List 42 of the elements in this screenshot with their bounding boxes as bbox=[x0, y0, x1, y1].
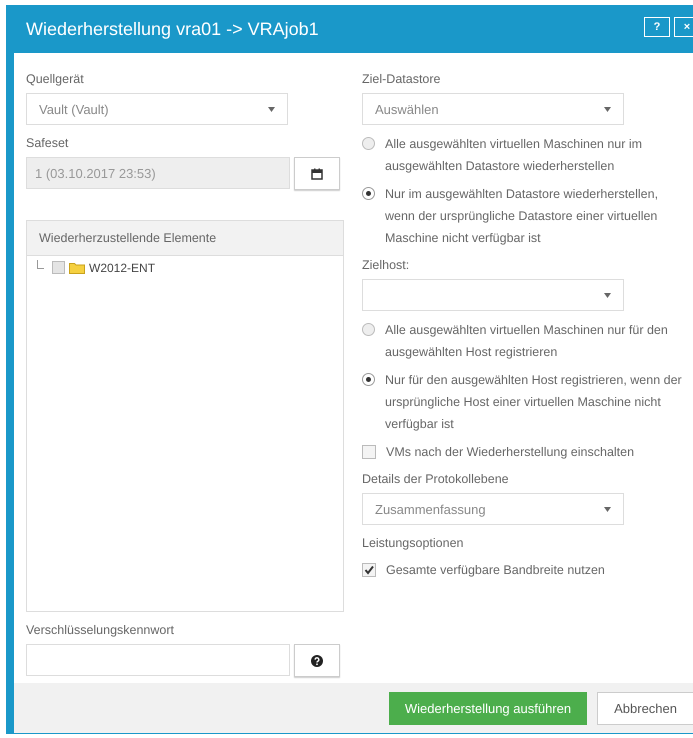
field-label: Quellgerät bbox=[26, 71, 85, 87]
caret-icon bbox=[268, 106, 275, 112]
tree-line-icon bbox=[37, 260, 44, 269]
log-level-select[interactable]: Zusammenfassung bbox=[362, 493, 624, 525]
field-label: Zielhost: bbox=[362, 257, 410, 273]
radio-label: Alle ausgewählten virtuellen Maschinen nur im ausgewählten Datastore wiederherstellen bbox=[385, 136, 644, 175]
radio-button[interactable] bbox=[362, 373, 375, 386]
datastore-select[interactable]: Auswählen bbox=[362, 93, 624, 125]
info-button[interactable] bbox=[294, 644, 340, 677]
field-label: Details der Protokollebene bbox=[362, 471, 510, 487]
question-icon bbox=[311, 654, 323, 666]
password-field[interactable] bbox=[26, 644, 290, 676]
radio-button[interactable] bbox=[362, 137, 375, 150]
caret-icon bbox=[604, 506, 611, 512]
checkbox[interactable] bbox=[362, 563, 376, 577]
radio-label: Alle ausgewählten virtuellen Maschinen nur für den ausgewählten Host registrieren bbox=[385, 322, 669, 361]
help-button[interactable]: ? bbox=[644, 17, 670, 37]
checkbox-label: Gesamte verfügbare Bandbreite nutzen bbox=[386, 562, 606, 579]
checkbox[interactable] bbox=[52, 261, 65, 274]
field-label: Safeset bbox=[26, 135, 70, 151]
checkbox-label: VMs nach der Wiederherstellung einschalten bbox=[386, 444, 636, 461]
radio-button[interactable] bbox=[362, 323, 375, 336]
host-select[interactable] bbox=[362, 279, 624, 311]
radio-label: Nur für den ausgewählten Host registrieren, wenn der ursprüngliche Host einer virtuellen Maschine nicht verfügbar ist bbox=[385, 372, 683, 433]
field-label: Leistungsoptionen bbox=[362, 535, 464, 551]
source-select[interactable]: Vault (Vault) bbox=[26, 93, 288, 125]
tree-item-label[interactable]: W2012-ENT bbox=[89, 260, 156, 274]
restore-button[interactable]: Wiederherstellung ausführen bbox=[388, 692, 588, 724]
caret-icon bbox=[604, 106, 611, 112]
calendar-button[interactable] bbox=[294, 157, 340, 190]
calendar-icon bbox=[311, 168, 323, 180]
radio-label: Nur im ausgewählten Datastore wiederherstellen, wenn der ursprüngliche Datastore einer virtuellen Maschine nicht verfügbar ist bbox=[385, 186, 660, 247]
folder-icon bbox=[69, 261, 85, 274]
checkbox[interactable] bbox=[362, 445, 376, 459]
radio-button[interactable] bbox=[362, 187, 375, 200]
field-label: Ziel-Datastore bbox=[362, 71, 442, 87]
close-button[interactable]: × bbox=[674, 17, 693, 37]
panel-header: Wiederherzustellende Elemente bbox=[27, 221, 343, 256]
caret-icon bbox=[604, 292, 611, 298]
field-label: Verschlüsselungskennwort bbox=[26, 622, 175, 638]
cancel-button[interactable]: Abbrechen bbox=[597, 692, 693, 724]
window-title: Wiederherstellung vra01 -> VRAjob1 bbox=[26, 18, 319, 40]
